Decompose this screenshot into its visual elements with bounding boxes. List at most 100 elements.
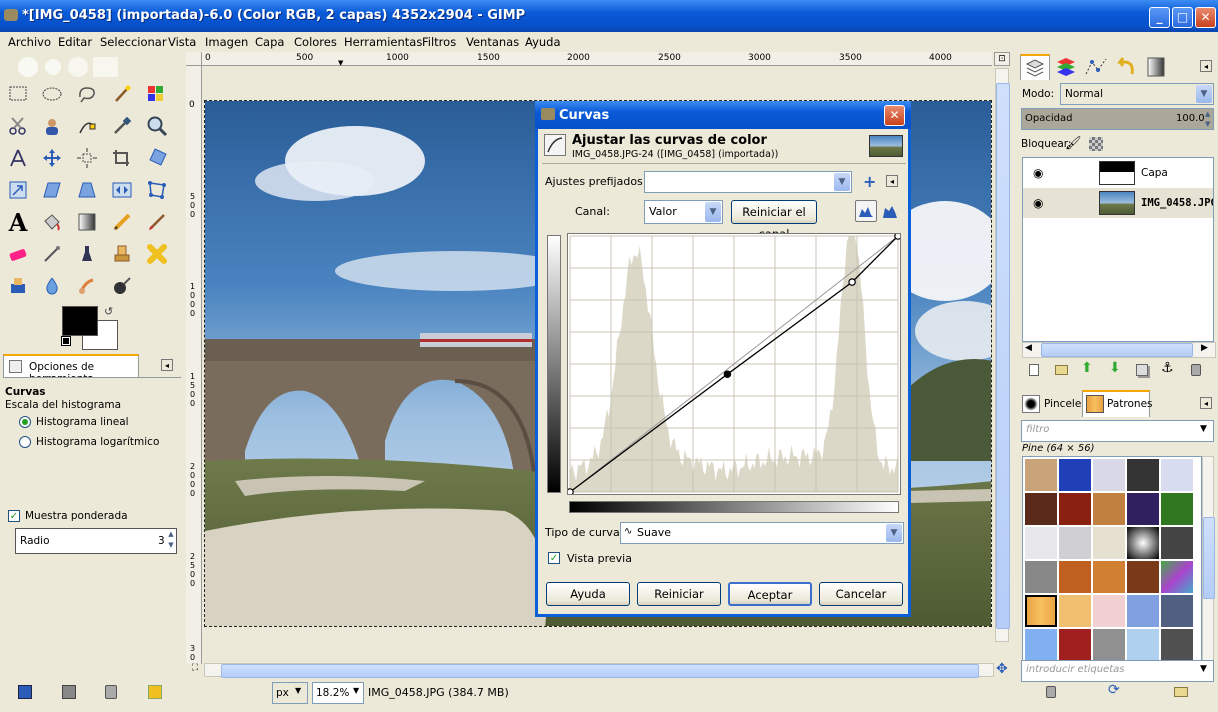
align-icon[interactable] (75, 146, 99, 170)
pattern-swatch[interactable] (1127, 595, 1159, 627)
help-button[interactable]: Ayuda (546, 582, 630, 606)
foreground-color-swatch[interactable] (62, 306, 98, 336)
foreground-select-icon[interactable] (40, 114, 64, 138)
blur-icon[interactable] (40, 274, 64, 298)
histogram-linear-radio[interactable] (19, 416, 31, 428)
pattern-swatch[interactable] (1093, 527, 1125, 559)
tab-patterns[interactable]: Patrones (1082, 390, 1153, 417)
weighted-sample-checkbox[interactable]: ✓ (8, 510, 20, 522)
pattern-swatch[interactable] (1093, 629, 1125, 661)
perspective-icon[interactable] (75, 178, 99, 202)
pattern-swatch[interactable] (1161, 459, 1193, 491)
delete-options-icon[interactable] (105, 685, 117, 699)
duplicate-layer-icon[interactable] (1136, 364, 1148, 376)
select-by-color-icon[interactable] (145, 82, 169, 106)
pattern-swatch[interactable] (1127, 629, 1159, 661)
vertical-scroll-thumb[interactable] (996, 83, 1010, 629)
navigate-icon[interactable]: ✥ (996, 661, 1012, 677)
add-preset-icon[interactable]: + (863, 172, 876, 191)
tab-paths[interactable] (1082, 56, 1110, 80)
pattern-swatch[interactable] (1059, 595, 1091, 627)
pattern-swatch[interactable] (1127, 527, 1159, 559)
pattern-swatch-selected[interactable] (1025, 595, 1057, 627)
delete-layer-icon[interactable] (1191, 364, 1201, 376)
color-picker-icon[interactable] (110, 114, 134, 138)
patterns-scrollbar[interactable] (1202, 456, 1215, 662)
pattern-swatch[interactable] (1025, 527, 1057, 559)
reset-options-icon[interactable] (148, 685, 162, 699)
menu-filtros[interactable]: Filtros (422, 35, 456, 49)
rotate-icon[interactable] (145, 146, 169, 170)
radius-field[interactable]: Radio 3 ▲ ▼ (15, 528, 177, 554)
tab-layers[interactable] (1020, 54, 1050, 80)
linear-histogram-icon[interactable] (855, 200, 877, 222)
pattern-swatch[interactable] (1093, 561, 1125, 593)
save-options-icon[interactable] (18, 685, 32, 699)
pattern-swatch[interactable] (1025, 459, 1057, 491)
curve-type-combo[interactable]: ∿ Suave ▼ (620, 522, 904, 544)
rect-select-icon[interactable] (6, 82, 30, 106)
cancel-button[interactable]: Cancelar (819, 582, 903, 606)
perspective-clone-icon[interactable] (6, 274, 30, 298)
horizontal-ruler[interactable]: 0 500 1000 1500 2000 2500 3000 3500 4000… (202, 52, 992, 67)
cage-icon[interactable] (145, 178, 169, 202)
pattern-swatch[interactable] (1161, 527, 1193, 559)
tab-undo[interactable] (1112, 56, 1140, 80)
pattern-swatch[interactable] (1093, 493, 1125, 525)
pattern-swatch[interactable] (1093, 595, 1125, 627)
new-layer-icon[interactable] (1029, 364, 1039, 376)
pattern-swatch[interactable] (1025, 493, 1057, 525)
text-icon[interactable]: A (6, 208, 30, 237)
opacity-slider[interactable]: Opacidad 100.0 ▲ ▼ (1021, 108, 1214, 130)
radius-spin-down[interactable]: ▼ (166, 541, 176, 552)
menu-herramientas[interactable]: Herramientas (344, 35, 422, 49)
menu-editar[interactable]: Editar (58, 35, 92, 49)
menu-seleccionar[interactable]: Seleccionar (100, 35, 167, 49)
radius-spin-up[interactable]: ▲ (166, 530, 176, 541)
close-button[interactable]: ✕ (1195, 7, 1216, 28)
histogram-log-radio[interactable] (19, 436, 31, 448)
scissors-icon[interactable] (6, 114, 30, 138)
lock-pixels-icon[interactable]: 🖌 (1065, 136, 1082, 151)
menu-imagen[interactable]: Imagen (205, 35, 248, 49)
log-histogram-icon[interactable] (881, 202, 899, 220)
preview-checkbox[interactable]: ✓ (548, 552, 560, 564)
pattern-swatch[interactable] (1059, 561, 1091, 593)
pattern-swatch[interactable] (1161, 561, 1193, 593)
maximize-button[interactable]: □ (1172, 7, 1193, 28)
layer-row[interactable]: ◉ IMG_0458.JPG (1023, 188, 1213, 218)
pattern-swatch[interactable] (1059, 527, 1091, 559)
horizontal-scroll-thumb[interactable] (221, 664, 979, 678)
crop-icon[interactable] (110, 146, 134, 170)
move-icon[interactable] (40, 146, 64, 170)
quick-mask-toggle[interactable]: ⛶ (188, 663, 202, 677)
layer-row[interactable]: ◉ Capa (1023, 158, 1213, 188)
menu-capa[interactable]: Capa (255, 35, 284, 49)
zoom-icon[interactable] (145, 114, 169, 138)
curves-graph[interactable] (566, 232, 902, 496)
scale-icon[interactable] (6, 178, 30, 202)
presets-combo[interactable]: ▼ (644, 171, 852, 193)
pattern-filter-input[interactable]: filtro ▼ (1021, 420, 1214, 442)
fuzzy-select-icon[interactable] (110, 82, 134, 106)
opacity-spin-icon[interactable]: ▲ ▼ (1205, 109, 1210, 129)
navigate-corner-icon[interactable]: ⊡ (994, 52, 1010, 66)
default-colors-icon[interactable] (61, 336, 71, 346)
layers-scroll-thumb[interactable] (1041, 343, 1193, 357)
tab-gradient[interactable] (1142, 56, 1170, 80)
pattern-swatch[interactable] (1025, 561, 1057, 593)
open-pattern-folder-icon[interactable] (1174, 687, 1188, 697)
mode-combo[interactable]: Normal ▼ (1060, 83, 1214, 105)
restore-options-icon[interactable] (62, 685, 76, 699)
raise-layer-icon[interactable]: ⬆ (1081, 360, 1093, 376)
paintbrush-icon[interactable] (145, 210, 169, 234)
ruler-corner[interactable] (186, 52, 202, 66)
dodge-burn-icon[interactable] (110, 274, 134, 298)
layers-scrollbar[interactable]: ◀ ▶ (1022, 342, 1216, 358)
tab-brushes[interactable]: Pinceles (1020, 392, 1087, 416)
new-layer-group-icon[interactable] (1055, 365, 1068, 375)
menu-ventanas[interactable]: Ventanas (466, 35, 519, 49)
menu-archivo[interactable]: Archivo (8, 35, 51, 49)
smudge-icon[interactable] (75, 274, 99, 298)
unit-select[interactable]: px ▼ (272, 682, 308, 704)
